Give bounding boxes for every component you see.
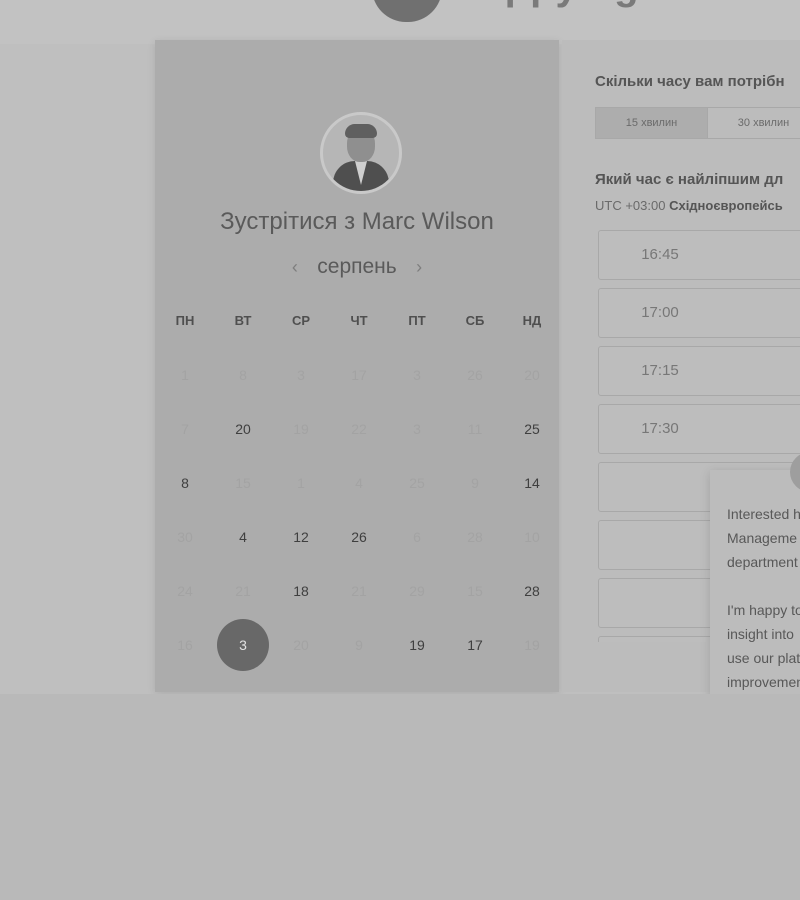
page: happysignals Зустрітися з Marc Wilson ‹ … xyxy=(0,0,800,900)
meeting-title: Зустрітися з Marc Wilson xyxy=(220,208,494,235)
calendar-day: 3 xyxy=(413,367,421,383)
current-month: серпень xyxy=(317,255,397,278)
duration-question: Скільки часу вам потрібн xyxy=(595,73,785,90)
timezone-label[interactable]: UTC +03:00 Східноєвропейсь xyxy=(595,198,783,213)
time-slot[interactable]: 17:15 xyxy=(598,346,800,396)
next-month-chevron-icon[interactable]: › xyxy=(409,257,429,278)
calendar-day: 21 xyxy=(235,583,251,599)
calendar-day: 29 xyxy=(409,583,425,599)
calendar-day[interactable]: 18 xyxy=(281,581,321,601)
calendar-day: 17 xyxy=(351,367,367,383)
weekday-header: ПН xyxy=(175,313,195,328)
time-slot[interactable]: 16:45 xyxy=(598,230,800,280)
calendar-day: 15 xyxy=(235,475,251,491)
calendar-day: 1 xyxy=(297,475,305,491)
prev-month-chevron-icon[interactable]: ‹ xyxy=(285,257,305,278)
calendar-day: 9 xyxy=(471,475,479,491)
calendar-day[interactable]: 25 xyxy=(512,419,552,439)
calendar-day: 16 xyxy=(177,637,193,653)
host-calendar-panel: Зустрітися з Marc Wilson ‹ серпень › ПН В… xyxy=(155,40,559,692)
calendar-day: 30 xyxy=(177,529,193,545)
weekday-header: НД xyxy=(522,313,542,328)
calendar-day: 1 xyxy=(181,367,189,383)
calendar-day: 4 xyxy=(355,475,363,491)
time-slot-label: 17:30 xyxy=(641,420,679,437)
duration-tabs: 15 хвилин 30 хвилин xyxy=(595,107,800,139)
calendar-day: 19 xyxy=(293,421,309,437)
calendar-day[interactable]: 28 xyxy=(512,581,552,601)
calendar-day: 21 xyxy=(351,583,367,599)
brand-logo[interactable]: happysignals xyxy=(372,0,792,26)
calendar-day: 19 xyxy=(524,637,540,653)
header-bar: happysignals xyxy=(0,0,800,44)
calendar-day: 20 xyxy=(293,637,309,653)
month-navigation: ‹ серпень › xyxy=(155,255,559,281)
weekday-header: ПТ xyxy=(408,313,426,328)
calendar-day: 9 xyxy=(355,637,363,653)
calendar-day[interactable]: 26 xyxy=(339,527,379,547)
calendar-day: 26 xyxy=(467,367,483,383)
weekday-header: СБ xyxy=(465,313,485,328)
calendar-day: 28 xyxy=(467,529,483,545)
calendar-day: 7 xyxy=(181,421,189,437)
logo-bubble-icon xyxy=(372,0,442,22)
time-slot[interactable]: 17:30 xyxy=(598,404,800,454)
duration-tab-15[interactable]: 15 хвилин xyxy=(596,108,708,138)
timezone-name: Східноєвропейсь xyxy=(669,198,783,213)
weekday-header: СР xyxy=(291,313,311,328)
duration-tab-30[interactable]: 30 хвилин xyxy=(708,108,800,138)
calendar-day[interactable]: 14 xyxy=(512,473,552,493)
calendar-day: 24 xyxy=(177,583,193,599)
weekday-header: ЧТ xyxy=(350,313,368,328)
weekday-header: ВТ xyxy=(234,313,252,328)
chat-paragraph-1: Interested h Manageme department xyxy=(727,506,800,570)
calendar-day: 20 xyxy=(524,367,540,383)
calendar-day: 15 xyxy=(467,583,483,599)
calendar-day[interactable]: 19 xyxy=(397,635,437,655)
calendar-day: 6 xyxy=(413,529,421,545)
calendar-day: 11 xyxy=(467,421,483,437)
calendar-day[interactable]: 4 xyxy=(223,527,263,547)
calendar-day[interactable]: 12 xyxy=(281,527,321,547)
timezone-offset: UTC +03:00 xyxy=(595,198,666,213)
calendar-day: 3 xyxy=(413,421,421,437)
calendar-day: 8 xyxy=(239,367,247,383)
calendar-day[interactable]: 8 xyxy=(165,473,205,493)
calendar-day: 3 xyxy=(297,367,305,383)
footer-backdrop xyxy=(0,694,800,900)
calendar-day[interactable]: 20 xyxy=(223,419,263,439)
avatar-hair xyxy=(345,124,377,138)
time-slot[interactable]: 17:00 xyxy=(598,288,800,338)
time-slot-label: 16:45 xyxy=(641,246,679,263)
host-avatar xyxy=(320,112,402,194)
calendar-day-selected[interactable]: 3 xyxy=(217,619,269,671)
time-question: Який час є найліпшим дл xyxy=(595,171,784,188)
calendar-day: 10 xyxy=(524,529,540,545)
calendar-day[interactable]: 17 xyxy=(455,635,495,655)
time-slot-label: 17:15 xyxy=(641,362,679,379)
calendar-day: 22 xyxy=(351,421,367,437)
calendar-day: 25 xyxy=(409,475,425,491)
time-slot-label: 17:00 xyxy=(641,304,679,321)
